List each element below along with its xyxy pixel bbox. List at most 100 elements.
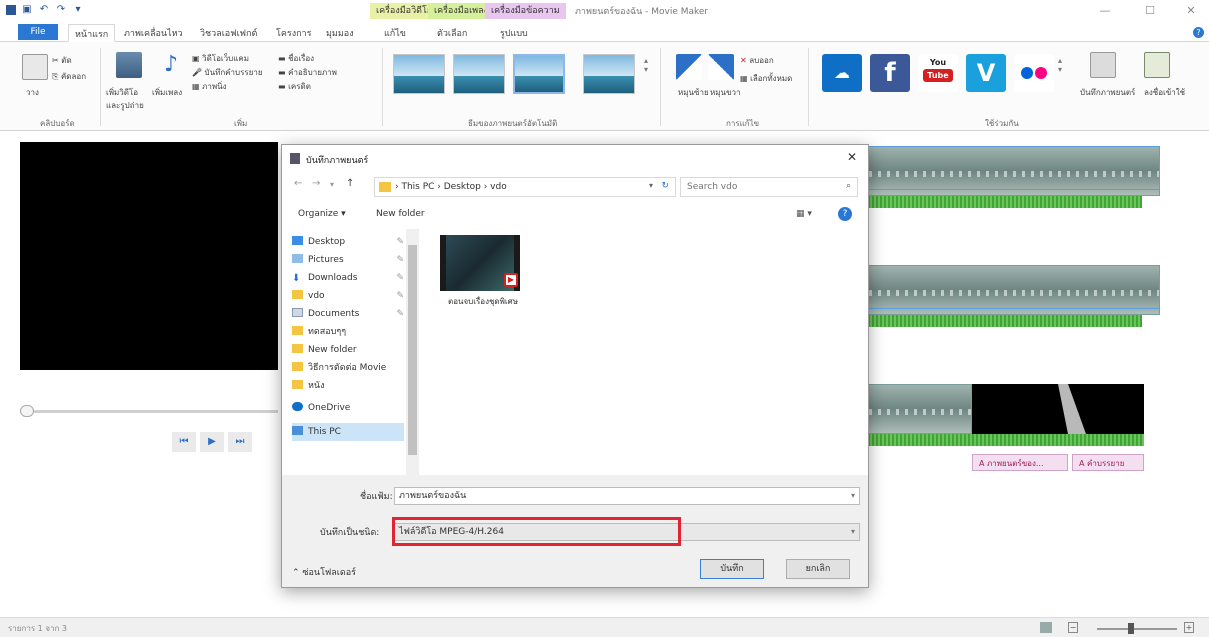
cut-button[interactable]: ✂ ตัด	[52, 54, 72, 67]
remove-button[interactable]: ✕ ลบออก	[740, 54, 774, 67]
caption-item[interactable]: A คำบรรยาย	[1072, 454, 1144, 471]
theme-thumbnail[interactable]	[393, 54, 445, 94]
dropdown-icon[interactable]: ▾	[72, 4, 84, 16]
rotate-right-icon[interactable]	[708, 54, 734, 80]
save-button[interactable]: บันทึก	[700, 559, 764, 579]
address-bar[interactable]: › This PC › Desktop › vdo ▾ ↻	[374, 177, 676, 197]
undo-icon[interactable]: ↶	[38, 4, 50, 16]
tab-format[interactable]: รูปแบบ	[500, 26, 528, 40]
theme-thumbnail[interactable]	[513, 54, 565, 94]
add-music-icon[interactable]: ♪	[158, 52, 184, 78]
new-folder-button[interactable]: New folder	[376, 209, 425, 219]
flickr-icon[interactable]	[1014, 54, 1054, 92]
youtube-icon[interactable]: You Tube	[918, 54, 958, 92]
chevron-down-icon[interactable]: ▾	[851, 524, 855, 540]
close-window-button[interactable]: ✕	[1180, 3, 1202, 19]
caption-item[interactable]: A ภาพยนตร์ของ...	[972, 454, 1068, 471]
app-menu-icon[interactable]	[6, 5, 16, 15]
zoom-slider[interactable]	[1097, 628, 1177, 630]
back-icon[interactable]: ←	[294, 178, 302, 189]
tab-file[interactable]: File	[18, 24, 58, 40]
redo-icon[interactable]: ↷	[55, 4, 67, 16]
play-button[interactable]: ▶	[200, 432, 224, 452]
save-movie-icon[interactable]	[1090, 52, 1116, 78]
credits-button[interactable]: ▬ เครดิต	[278, 80, 311, 93]
tab-home[interactable]: หน้าแรก	[68, 24, 116, 42]
nav-item-folder[interactable]: New folder	[292, 341, 404, 359]
nav-item-desktop[interactable]: Desktop ✎	[292, 233, 404, 251]
save-icon[interactable]: ▣	[21, 4, 33, 16]
nav-item-folder[interactable]: หนัง	[292, 377, 404, 395]
nav-item-folder[interactable]: ทดสอบๆๆ	[292, 323, 404, 341]
file-name-field[interactable]: ภาพยนตร์ของฉัน ▾	[394, 487, 860, 505]
context-tab-text-tools[interactable]: เครื่องมือข้อความ	[485, 3, 566, 19]
seek-bar[interactable]	[20, 410, 278, 413]
tab-edit[interactable]: แก้ไข	[384, 26, 406, 40]
up-icon[interactable]: ↑	[346, 178, 354, 189]
refresh-icon[interactable]: ↻	[661, 181, 669, 191]
chevron-down-icon[interactable]: ▾	[851, 488, 855, 504]
zoom-in-icon[interactable]: +	[1184, 622, 1194, 633]
zoom-out-icon[interactable]: −	[1068, 622, 1078, 633]
nav-item-documents[interactable]: Documents ✎	[292, 305, 404, 323]
facebook-icon[interactable]: f	[870, 54, 910, 92]
onedrive-icon[interactable]: ☁	[822, 54, 862, 92]
cancel-button[interactable]: ยกเลิก	[786, 559, 850, 579]
hide-folders-toggle[interactable]: ⌃ ซ่อนโฟลเดอร์	[292, 565, 356, 579]
themes-more-icon[interactable]: ▴ ▾	[644, 56, 648, 74]
address-dropdown-icon[interactable]: ▾	[649, 181, 653, 190]
storyboard-view-icon[interactable]	[1040, 622, 1052, 633]
vimeo-icon[interactable]: V	[966, 54, 1006, 92]
previous-frame-button[interactable]: ⏮	[172, 432, 196, 452]
pin-icon: ✎	[396, 273, 404, 283]
nav-item-pictures[interactable]: Pictures ✎	[292, 251, 404, 269]
tab-visual-effects[interactable]: วิชวลเอฟเฟกต์	[200, 26, 257, 40]
snapshot-button[interactable]: ▦ ภาพนิ่ง	[192, 80, 227, 93]
help-icon[interactable]: ?	[1193, 27, 1204, 38]
minimize-button[interactable]: —	[1094, 3, 1116, 19]
next-frame-button[interactable]: ⏭	[228, 432, 252, 452]
nav-item-label: Desktop	[308, 237, 346, 247]
caption-label: คำอธิบายภาพ	[288, 68, 337, 77]
search-input[interactable]	[687, 179, 837, 195]
share-more-icon[interactable]: ▴ ▾	[1058, 56, 1062, 74]
copy-button[interactable]: ⎘ คัดลอก	[52, 70, 86, 83]
help-icon[interactable]: ?	[838, 207, 852, 221]
pin-icon: ✎	[396, 255, 404, 265]
webcam-button[interactable]: ▣ วิดีโอเว็บแคม	[192, 52, 249, 65]
tab-animations[interactable]: ภาพเคลื่อนไหว	[124, 26, 183, 40]
tab-view[interactable]: มุมมอง	[326, 26, 354, 40]
nav-item-folder[interactable]: วิธีการตัดต่อ Movie	[292, 359, 404, 377]
paste-icon[interactable]	[22, 54, 48, 80]
sign-in-icon[interactable]	[1144, 52, 1170, 78]
add-videos-icon[interactable]	[116, 52, 142, 78]
theme-thumbnail[interactable]	[583, 54, 635, 94]
maximize-button[interactable]: ☐	[1139, 3, 1161, 19]
theme-thumbnail[interactable]	[453, 54, 505, 94]
view-options-icon[interactable]: ▦ ▾	[796, 209, 812, 219]
nav-item-label: วิธีการตัดต่อ Movie	[308, 363, 387, 373]
nav-scrollbar-thumb[interactable]	[408, 245, 417, 455]
select-all-button[interactable]: ▦ เลือกทั้งหมด	[740, 72, 792, 85]
storyboard-clip[interactable]	[868, 384, 1144, 454]
rotate-left-icon[interactable]	[676, 54, 702, 80]
video-preview[interactable]	[20, 142, 278, 370]
forward-icon[interactable]: →	[312, 178, 320, 189]
highlight-box	[392, 517, 681, 546]
tab-project[interactable]: โครงการ	[276, 26, 311, 40]
nav-item-this-pc[interactable]: This PC	[292, 423, 404, 441]
nav-item-vdo[interactable]: vdo ✎	[292, 287, 404, 305]
caption-button[interactable]: ▬ คำอธิบายภาพ	[278, 66, 337, 79]
nav-item-downloads[interactable]: ⬇ Downloads ✎	[292, 269, 404, 287]
zoom-slider-thumb[interactable]	[1128, 623, 1134, 634]
nav-item-onedrive[interactable]: OneDrive	[292, 399, 404, 417]
recent-locations-icon[interactable]: ▾	[330, 180, 334, 189]
tab-options[interactable]: ตัวเลือก	[437, 26, 467, 40]
title-button[interactable]: ▬ ชื่อเรื่อง	[278, 52, 314, 65]
close-icon[interactable]: ✕	[844, 149, 860, 165]
narration-button[interactable]: 🎤 บันทึกคำบรรยาย	[192, 66, 263, 79]
organize-menu[interactable]: Organize ▾	[298, 209, 346, 219]
seek-thumb[interactable]	[20, 405, 34, 417]
add-music-label: เพิ่มเพลง	[152, 88, 183, 97]
search-box[interactable]: ⌕	[680, 177, 858, 197]
